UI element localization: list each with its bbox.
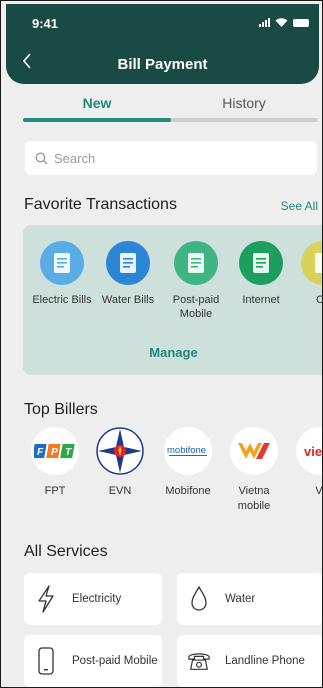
biller-evn[interactable]: EVN	[88, 427, 152, 499]
svg-text:P: P	[51, 447, 58, 458]
document-icon	[239, 241, 283, 285]
all-services-title: All Services	[24, 543, 108, 560]
service-label: Post-paid Mobile	[72, 654, 158, 667]
top-billers-title: Top Billers	[24, 401, 98, 418]
service-label: Water	[225, 592, 256, 605]
biller-label: Vi	[315, 485, 323, 497]
service-landline-phone[interactable]: Landline Phone	[177, 635, 322, 687]
app-frame: 9:41 Bill Payment New History Search Fav…	[0, 0, 323, 688]
biller-vi[interactable]: vie Vi	[288, 427, 323, 499]
biller-fpt[interactable]: F P T FPT	[23, 427, 87, 499]
wifi-icon	[275, 18, 288, 27]
search-placeholder: Search	[54, 150, 96, 166]
favorite-item-label: Post-paid Mobile	[172, 294, 220, 320]
vi-logo-text: vie	[304, 443, 323, 459]
favorites-card: Electric Bills Water Bills Post-paid Mob…	[23, 225, 322, 375]
service-label: Electricity	[72, 592, 122, 605]
favorite-item-label: Internet	[242, 294, 280, 306]
biller-label: EVN	[108, 485, 132, 497]
search-input[interactable]: Search	[25, 141, 317, 175]
favorite-item-label: Water Bills	[101, 294, 155, 306]
biller-label: Vietna mobile	[237, 485, 271, 512]
status-icons	[259, 17, 309, 27]
water-drop-icon	[187, 584, 211, 614]
manage-link[interactable]: Manage	[23, 345, 322, 360]
tab-history[interactable]: History	[170, 95, 318, 111]
search-icon	[35, 151, 48, 164]
lightning-icon	[34, 584, 58, 614]
biller-label: FPT	[44, 485, 66, 497]
document-icon	[40, 241, 84, 285]
service-label: Landline Phone	[225, 654, 305, 667]
service-water[interactable]: Water	[177, 573, 322, 625]
favorite-item-post-paid-mobile[interactable]: Post-paid Mobile	[164, 241, 228, 321]
biller-mobifone[interactable]: mobifone Mobifone	[156, 427, 220, 499]
see-all-link[interactable]: See All	[281, 199, 318, 213]
document-icon	[174, 241, 218, 285]
mobifone-logo-icon: mobifone	[164, 427, 212, 475]
favorites-title: Favorite Transactions	[24, 196, 177, 213]
landline-phone-icon	[187, 646, 211, 676]
tab-bar: New History	[23, 91, 318, 125]
signal-icon	[259, 18, 270, 27]
biller-vietnamobile[interactable]: Vietna mobile	[222, 427, 286, 514]
tab-active-indicator	[23, 118, 171, 122]
document-icon	[106, 241, 150, 285]
vietnamobile-logo-icon	[230, 427, 278, 475]
page-title: Bill Payment	[117, 56, 208, 73]
favorite-item-co[interactable]: Co	[291, 241, 322, 307]
tab-new[interactable]: New	[23, 95, 171, 111]
document-icon	[301, 241, 322, 285]
favorite-item-label: Co	[291, 293, 322, 307]
status-time: 9:41	[32, 16, 59, 31]
service-post-paid-mobile[interactable]: Post-paid Mobile	[24, 635, 162, 687]
mobile-phone-icon	[34, 646, 58, 676]
svg-text:T: T	[65, 447, 72, 458]
vi-logo-icon: vie	[296, 427, 323, 475]
evn-logo-icon	[96, 427, 144, 475]
favorite-item-water-bills[interactable]: Water Bills	[96, 241, 160, 307]
service-electricity[interactable]: Electricity	[24, 573, 162, 625]
fpt-logo-icon: F P T	[31, 427, 79, 475]
battery-icon	[293, 19, 309, 27]
favorite-item-electric-bills[interactable]: Electric Bills	[30, 241, 94, 307]
biller-label: Mobifone	[165, 485, 211, 497]
svg-text:F: F	[37, 447, 44, 458]
favorite-item-internet[interactable]: Internet	[229, 241, 293, 307]
favorite-item-label: Electric Bills	[32, 294, 92, 306]
mobifone-logo-text: mobifone	[167, 445, 206, 456]
header-bar: 9:41 Bill Payment	[6, 4, 319, 84]
